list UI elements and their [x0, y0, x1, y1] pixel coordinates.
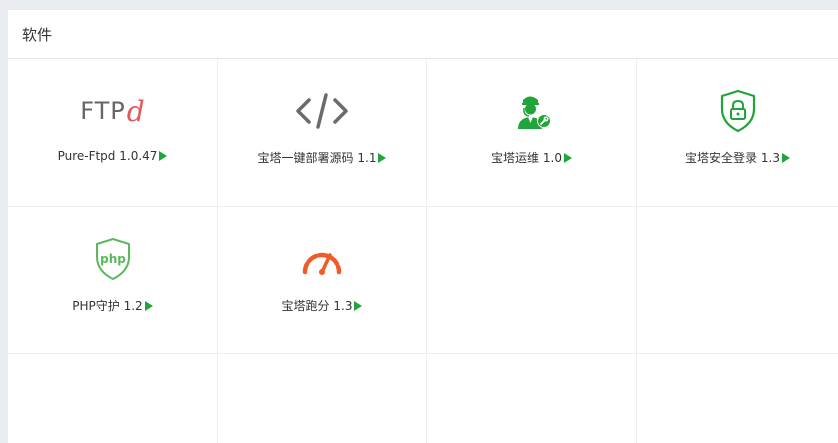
plugin-tile-benchmark[interactable]: 宝塔跑分 1.3	[218, 207, 426, 353]
plugin-name: 宝塔安全登录	[685, 151, 758, 165]
software-panel: 软件 FTP d Pure-Ftpd 1.0.47 宝塔一键部署源码 1.1 宝…	[8, 10, 838, 443]
plugin-name: PHP守护	[72, 299, 120, 313]
operator-wrench-icon	[427, 89, 636, 133]
panel-title: 软件	[8, 10, 838, 59]
plugin-tile-php-guard[interactable]: php PHP守护 1.2	[8, 207, 217, 353]
plugin-version: 1.3	[760, 151, 780, 165]
empty-grid-cell	[637, 354, 838, 443]
plugin-tile-secure-login[interactable]: 宝塔安全登录 1.3	[637, 59, 838, 206]
plugin-name: 宝塔运维	[491, 151, 540, 165]
empty-grid-cell	[8, 354, 218, 443]
plugin-version: 1.0	[542, 151, 562, 165]
grid-cell: 宝塔安全登录 1.3	[637, 59, 838, 207]
plugin-version: 1.3	[333, 299, 353, 313]
play-icon	[144, 301, 153, 311]
play-icon	[781, 153, 790, 163]
plugin-tile-pure-ftpd[interactable]: FTP d Pure-Ftpd 1.0.47	[8, 59, 217, 206]
play-icon	[354, 301, 363, 311]
plugin-grid: FTP d Pure-Ftpd 1.0.47 宝塔一键部署源码 1.1 宝塔运维…	[8, 59, 838, 443]
plugin-tile-ops[interactable]: 宝塔运维 1.0	[427, 59, 636, 206]
empty-grid-cell	[427, 354, 637, 443]
empty-grid-cell	[637, 207, 838, 354]
plugin-version: 1.1	[357, 151, 377, 165]
shield-lock-icon	[637, 89, 838, 133]
plugin-tile-deploy-source[interactable]: 宝塔一键部署源码 1.1	[218, 59, 426, 206]
play-icon	[563, 153, 572, 163]
svg-text:php: php	[100, 252, 126, 266]
code-brackets-icon	[218, 89, 426, 133]
empty-grid-cell	[218, 354, 427, 443]
grid-cell: php PHP守护 1.2	[8, 207, 218, 354]
speedometer-icon	[218, 237, 426, 281]
php-shield-icon: php	[8, 237, 217, 281]
ftpd-logo-icon: FTP d	[80, 94, 145, 128]
empty-grid-cell	[427, 207, 637, 354]
plugin-version: 1.0.47	[119, 149, 158, 163]
plugin-name: Pure-Ftpd	[57, 149, 116, 163]
plugin-name: 宝塔跑分	[281, 299, 330, 313]
grid-cell: 宝塔运维 1.0	[427, 59, 637, 207]
play-icon	[378, 153, 387, 163]
grid-cell: 宝塔一键部署源码 1.1	[218, 59, 427, 207]
plugin-version: 1.2	[123, 299, 143, 313]
play-icon	[159, 151, 168, 161]
grid-cell: FTP d Pure-Ftpd 1.0.47	[8, 59, 218, 207]
plugin-name: 宝塔一键部署源码	[257, 151, 354, 165]
grid-cell: 宝塔跑分 1.3	[218, 207, 427, 354]
